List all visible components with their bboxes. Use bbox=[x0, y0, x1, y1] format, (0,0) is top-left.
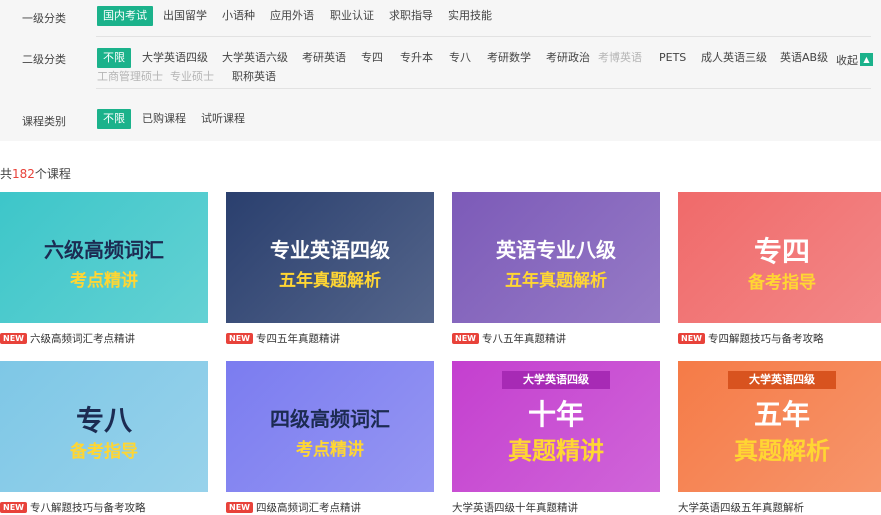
filter-level1-option-1[interactable]: 出国留学 bbox=[157, 6, 213, 26]
filter-row-level2: 二级分类 不限 大学英语四级 大学英语六级 考研英语 专四 专升本 专八 考研数… bbox=[0, 36, 881, 88]
thumbnail-tag: 大学英语四级 bbox=[502, 371, 610, 389]
result-count-number: 182 bbox=[12, 167, 35, 181]
thumbnail-subtitle: 真题精讲 bbox=[508, 437, 604, 465]
filter-level2-option-1[interactable]: 大学英语四级 bbox=[136, 48, 214, 68]
thumbnail-subtitle: 考点精讲 bbox=[296, 440, 364, 460]
course-caption[interactable]: NEW 专八五年真题精讲 bbox=[452, 331, 672, 346]
new-badge: NEW bbox=[226, 502, 253, 513]
course-title[interactable]: 四级高频词汇考点精讲 bbox=[256, 502, 361, 514]
thumbnail-subtitle: 备考指导 bbox=[748, 273, 816, 293]
filter-course-type-option-1[interactable]: 已购课程 bbox=[136, 109, 192, 129]
course-thumbnail[interactable]: 专四 备考指导 bbox=[678, 192, 881, 323]
filter-level1-option-6[interactable]: 实用技能 bbox=[442, 6, 498, 26]
thumbnail-title: 四级高频词汇 bbox=[270, 407, 390, 431]
filter-level1-option-4[interactable]: 职业认证 bbox=[324, 6, 380, 26]
course-thumbnail[interactable]: 专八 备考指导 bbox=[0, 361, 208, 492]
filter-level2-option-12[interactable]: 英语AB级 bbox=[774, 48, 834, 68]
course-title[interactable]: 大学英语四级十年真题精讲 bbox=[452, 502, 578, 514]
filter-course-type-option-2[interactable]: 试听课程 bbox=[195, 109, 251, 129]
thumbnail-title: 专业英语四级 bbox=[270, 238, 390, 262]
thumbnail-title: 十年 bbox=[527, 398, 584, 431]
thumbnail-tag: 大学英语四级 bbox=[728, 371, 836, 389]
course-thumbnail[interactable]: 大学英语四级十年真题精讲 bbox=[452, 361, 660, 492]
filter-level2-option-8[interactable]: 考研政治 bbox=[540, 48, 596, 68]
course-thumbnail[interactable]: 六级高频词汇考点精讲 bbox=[0, 192, 208, 323]
course-title[interactable]: 专四五年真题精讲 bbox=[256, 333, 340, 345]
filter-label-level1: 一级分类 bbox=[22, 12, 66, 25]
course-title[interactable]: 专四解题技巧与备考攻略 bbox=[708, 333, 824, 345]
filter-level2-option-15[interactable]: 职称英语 bbox=[226, 67, 282, 87]
filter-level2-option-6[interactable]: 专八 bbox=[443, 48, 477, 68]
filter-level1-option-0[interactable]: 国内考试 bbox=[97, 6, 153, 26]
filter-level2-option-13: 工商管理硕士 bbox=[97, 70, 163, 83]
filter-level2-option-7[interactable]: 考研数学 bbox=[481, 48, 537, 68]
new-badge: NEW bbox=[452, 333, 479, 344]
filter-level1-option-5[interactable]: 求职指导 bbox=[383, 6, 439, 26]
course-thumbnail[interactable]: 大学英语四级五年真题解析 bbox=[678, 361, 881, 492]
collapse-button[interactable]: 收起 bbox=[836, 52, 858, 68]
course-title[interactable]: 大学英语四级五年真题解析 bbox=[678, 502, 804, 514]
thumbnail-title: 专四 bbox=[753, 235, 810, 268]
thumbnail-subtitle: 备考指导 bbox=[70, 442, 138, 462]
filter-panel: 一级分类 国内考试 出国留学 小语种 应用外语 职业认证 求职指导 实用技能 二… bbox=[0, 0, 881, 141]
filter-course-type-option-0[interactable]: 不限 bbox=[97, 109, 131, 129]
filter-level2-option-0[interactable]: 不限 bbox=[97, 48, 131, 68]
filter-level2-option-10[interactable]: PETS bbox=[653, 48, 692, 68]
thumbnail-subtitle: 五年真题解析 bbox=[279, 271, 381, 291]
thumbnail-subtitle: 真题解析 bbox=[734, 437, 830, 465]
thumbnail-title: 英语专业八级 bbox=[496, 238, 616, 262]
filter-level2-option-5[interactable]: 专升本 bbox=[394, 48, 439, 68]
course-title[interactable]: 专八解题技巧与备考攻略 bbox=[30, 502, 146, 514]
course-caption[interactable]: 大学英语四级十年真题精讲 bbox=[452, 500, 672, 515]
filter-level2-option-4[interactable]: 专四 bbox=[355, 48, 389, 68]
filter-level2-option-2[interactable]: 大学英语六级 bbox=[216, 48, 294, 68]
filter-level2-option-3[interactable]: 考研英语 bbox=[296, 48, 352, 68]
filter-level2-option-14: 专业硕士 bbox=[170, 70, 214, 83]
thumbnail-title: 专八 bbox=[75, 404, 132, 437]
filter-label-level2: 二级分类 bbox=[22, 53, 66, 66]
result-count: 共182个课程 bbox=[0, 167, 71, 181]
course-caption[interactable]: NEW 六级高频词汇考点精讲 bbox=[0, 331, 220, 346]
course-caption[interactable]: NEW 专八解题技巧与备考攻略 bbox=[0, 500, 220, 515]
thumbnail-subtitle: 考点精讲 bbox=[70, 271, 138, 291]
course-title[interactable]: 专八五年真题精讲 bbox=[482, 333, 566, 345]
thumbnail-subtitle: 五年真题解析 bbox=[505, 271, 607, 291]
course-caption[interactable]: 大学英语四级五年真题解析 bbox=[678, 500, 881, 515]
new-badge: NEW bbox=[0, 502, 27, 513]
new-badge: NEW bbox=[0, 333, 27, 344]
course-caption[interactable]: NEW 专四解题技巧与备考攻略 bbox=[678, 331, 881, 346]
new-badge: NEW bbox=[678, 333, 705, 344]
filter-level1-option-2[interactable]: 小语种 bbox=[216, 6, 261, 26]
filter-level2-option-11[interactable]: 成人英语三级 bbox=[695, 48, 773, 68]
thumbnail-title: 六级高频词汇 bbox=[44, 238, 164, 262]
filter-row-level1: 一级分类 国内考试 出国留学 小语种 应用外语 职业认证 求职指导 实用技能 bbox=[0, 0, 881, 36]
course-thumbnail[interactable]: 专业英语四级五年真题解析 bbox=[226, 192, 434, 323]
filter-row-course-type: 课程类别 不限 已购课程 试听课程 bbox=[0, 88, 881, 141]
course-thumbnail[interactable]: 英语专业八级五年真题解析 bbox=[452, 192, 660, 323]
filter-level1-option-3[interactable]: 应用外语 bbox=[264, 6, 320, 26]
course-title[interactable]: 六级高频词汇考点精讲 bbox=[30, 333, 135, 345]
chevron-up-icon[interactable]: ▲ bbox=[860, 53, 873, 66]
filter-label-course-type: 课程类别 bbox=[22, 115, 66, 128]
filter-level2-option-9: 考博英语 bbox=[598, 51, 642, 64]
course-caption[interactable]: NEW 四级高频词汇考点精讲 bbox=[226, 500, 446, 515]
course-caption[interactable]: NEW 专四五年真题精讲 bbox=[226, 331, 446, 346]
thumbnail-title: 五年 bbox=[753, 398, 810, 431]
course-thumbnail[interactable]: 四级高频词汇考点精讲 bbox=[226, 361, 434, 492]
new-badge: NEW bbox=[226, 333, 253, 344]
